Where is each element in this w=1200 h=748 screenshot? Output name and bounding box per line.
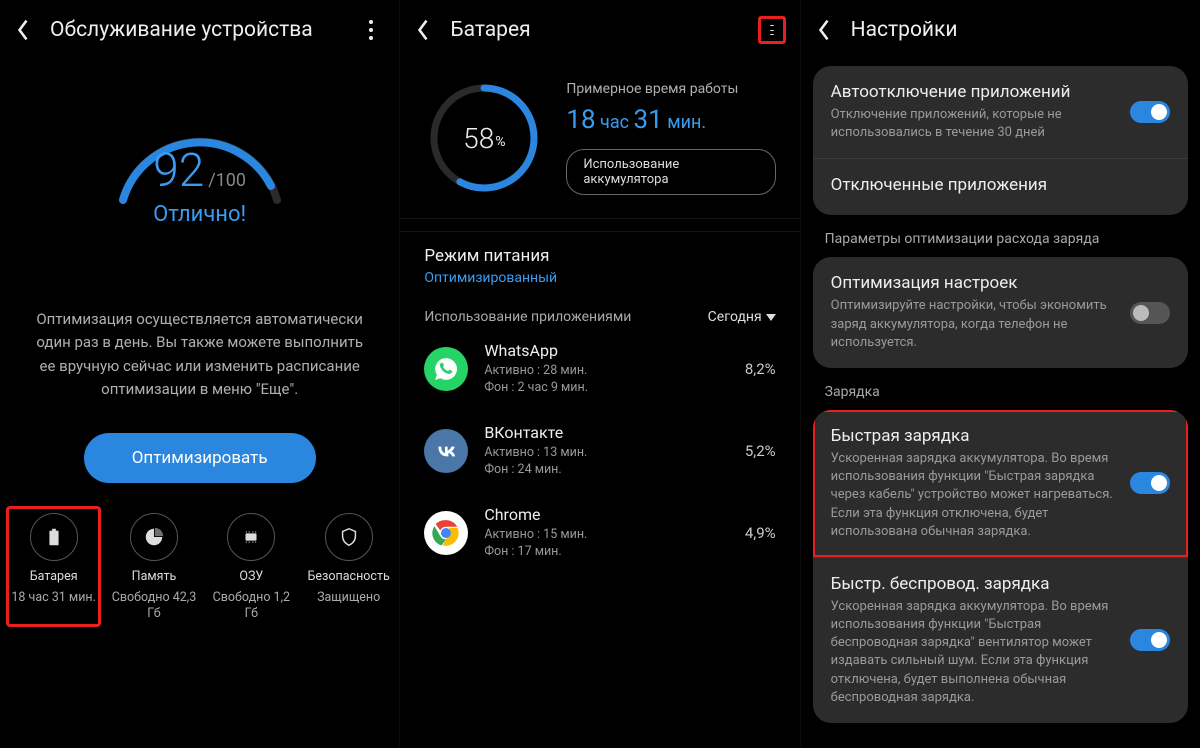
usage-by-apps-label: Использование приложениями [424,308,631,326]
back-button[interactable] [414,21,432,39]
app-row[interactable]: Chrome Активно : 15 мин. Фон : 17 мин. 4… [424,492,775,574]
screen-device-care: Обслуживание устройства 92 /100 Отлично!… [0,0,399,748]
battery-usage-chip[interactable]: Использование аккумулятора [566,149,775,195]
chevron-down-icon [766,314,776,321]
row-auto-disable-apps[interactable]: Автоотключение приложений Отключение при… [813,66,1188,158]
section-optimization: Параметры оптимизации расхода заряда [801,227,1200,257]
app-usage-list: WhatsApp Активно : 28 мин. Фон : 2 час 9… [400,328,799,573]
tile-security[interactable]: Безопасность Защищено [306,513,391,623]
score-max: /100 [208,170,246,191]
toggle-optimize-settings[interactable] [1130,302,1170,324]
shield-icon [338,526,360,548]
battery-ring: 58% [424,78,544,198]
power-mode-row[interactable]: Режим питания Оптимизированный [400,232,799,300]
card-charging: Быстрая зарядка Ускоренная зарядка аккум… [813,410,1188,723]
tile-battery[interactable]: Батарея 18 час 31 мин. [6,506,101,627]
more-icon[interactable] [357,16,385,44]
score-gauge: 92 /100 Отлично! [0,82,399,212]
page-title: Обслуживание устройства [50,18,339,42]
row-optimize-settings[interactable]: Оптимизация настроек Оптимизируйте настр… [813,257,1188,368]
app-row[interactable]: ВКонтакте Активно : 13 мин. Фон : 24 мин… [424,410,775,492]
tile-row: Батарея 18 час 31 мин. Память Свободно 4… [0,483,399,623]
toggle-fast-wireless[interactable] [1130,629,1170,651]
row-disabled-apps[interactable]: Отключенные приложения [813,158,1188,215]
more-icon[interactable] [758,16,786,44]
back-button[interactable] [815,21,833,39]
app-row[interactable]: WhatsApp Активно : 28 мин. Фон : 2 час 9… [424,328,775,410]
toggle-fast-charging[interactable] [1130,472,1170,494]
toggle-auto-disable[interactable] [1130,101,1170,123]
optimize-button[interactable]: Оптимизировать [84,433,316,483]
page-title: Настройки [851,18,1186,42]
storage-pie-icon [143,526,165,548]
screen-battery: Батарея 58% Примерное время работы 18 ча… [399,0,799,748]
tile-ram[interactable]: ОЗУ Свободно 1,2 Гб [209,513,294,623]
whatsapp-icon [424,347,468,391]
row-fast-wireless-charging[interactable]: Быстр. беспровод. зарядка Ускоренная зар… [813,557,1188,723]
screen-settings: Настройки Автоотключение приложений Откл… [800,0,1200,748]
period-selector[interactable]: Сегодня [708,309,776,325]
vk-icon [424,429,468,473]
runtime-label: Примерное время работы [566,81,775,97]
tile-storage[interactable]: Память Свободно 42,3 Гб [111,513,196,623]
battery-icon [43,526,65,548]
row-fast-charging[interactable]: Быстрая зарядка Ускоренная зарядка аккум… [813,410,1188,557]
battery-summary: 58% Примерное время работы 18 час 31 мин… [400,60,799,204]
section-charging: Зарядка [801,380,1200,410]
page-title: Батарея [450,18,739,42]
header: Батарея [400,0,799,60]
ram-chip-icon [240,526,262,548]
header: Обслуживание устройства [0,0,399,60]
optimization-description: Оптимизация осуществляется автоматически… [30,308,369,401]
header: Настройки [801,0,1200,60]
score-value: 92 [153,144,204,198]
card-app-management: Автоотключение приложений Отключение при… [813,66,1188,215]
chrome-icon [424,511,468,555]
runtime-value: 18 час 31 мин. [566,105,775,135]
back-button[interactable] [14,21,32,39]
card-optimization: Оптимизация настроек Оптимизируйте настр… [813,257,1188,368]
score-label: Отлично! [95,202,305,227]
